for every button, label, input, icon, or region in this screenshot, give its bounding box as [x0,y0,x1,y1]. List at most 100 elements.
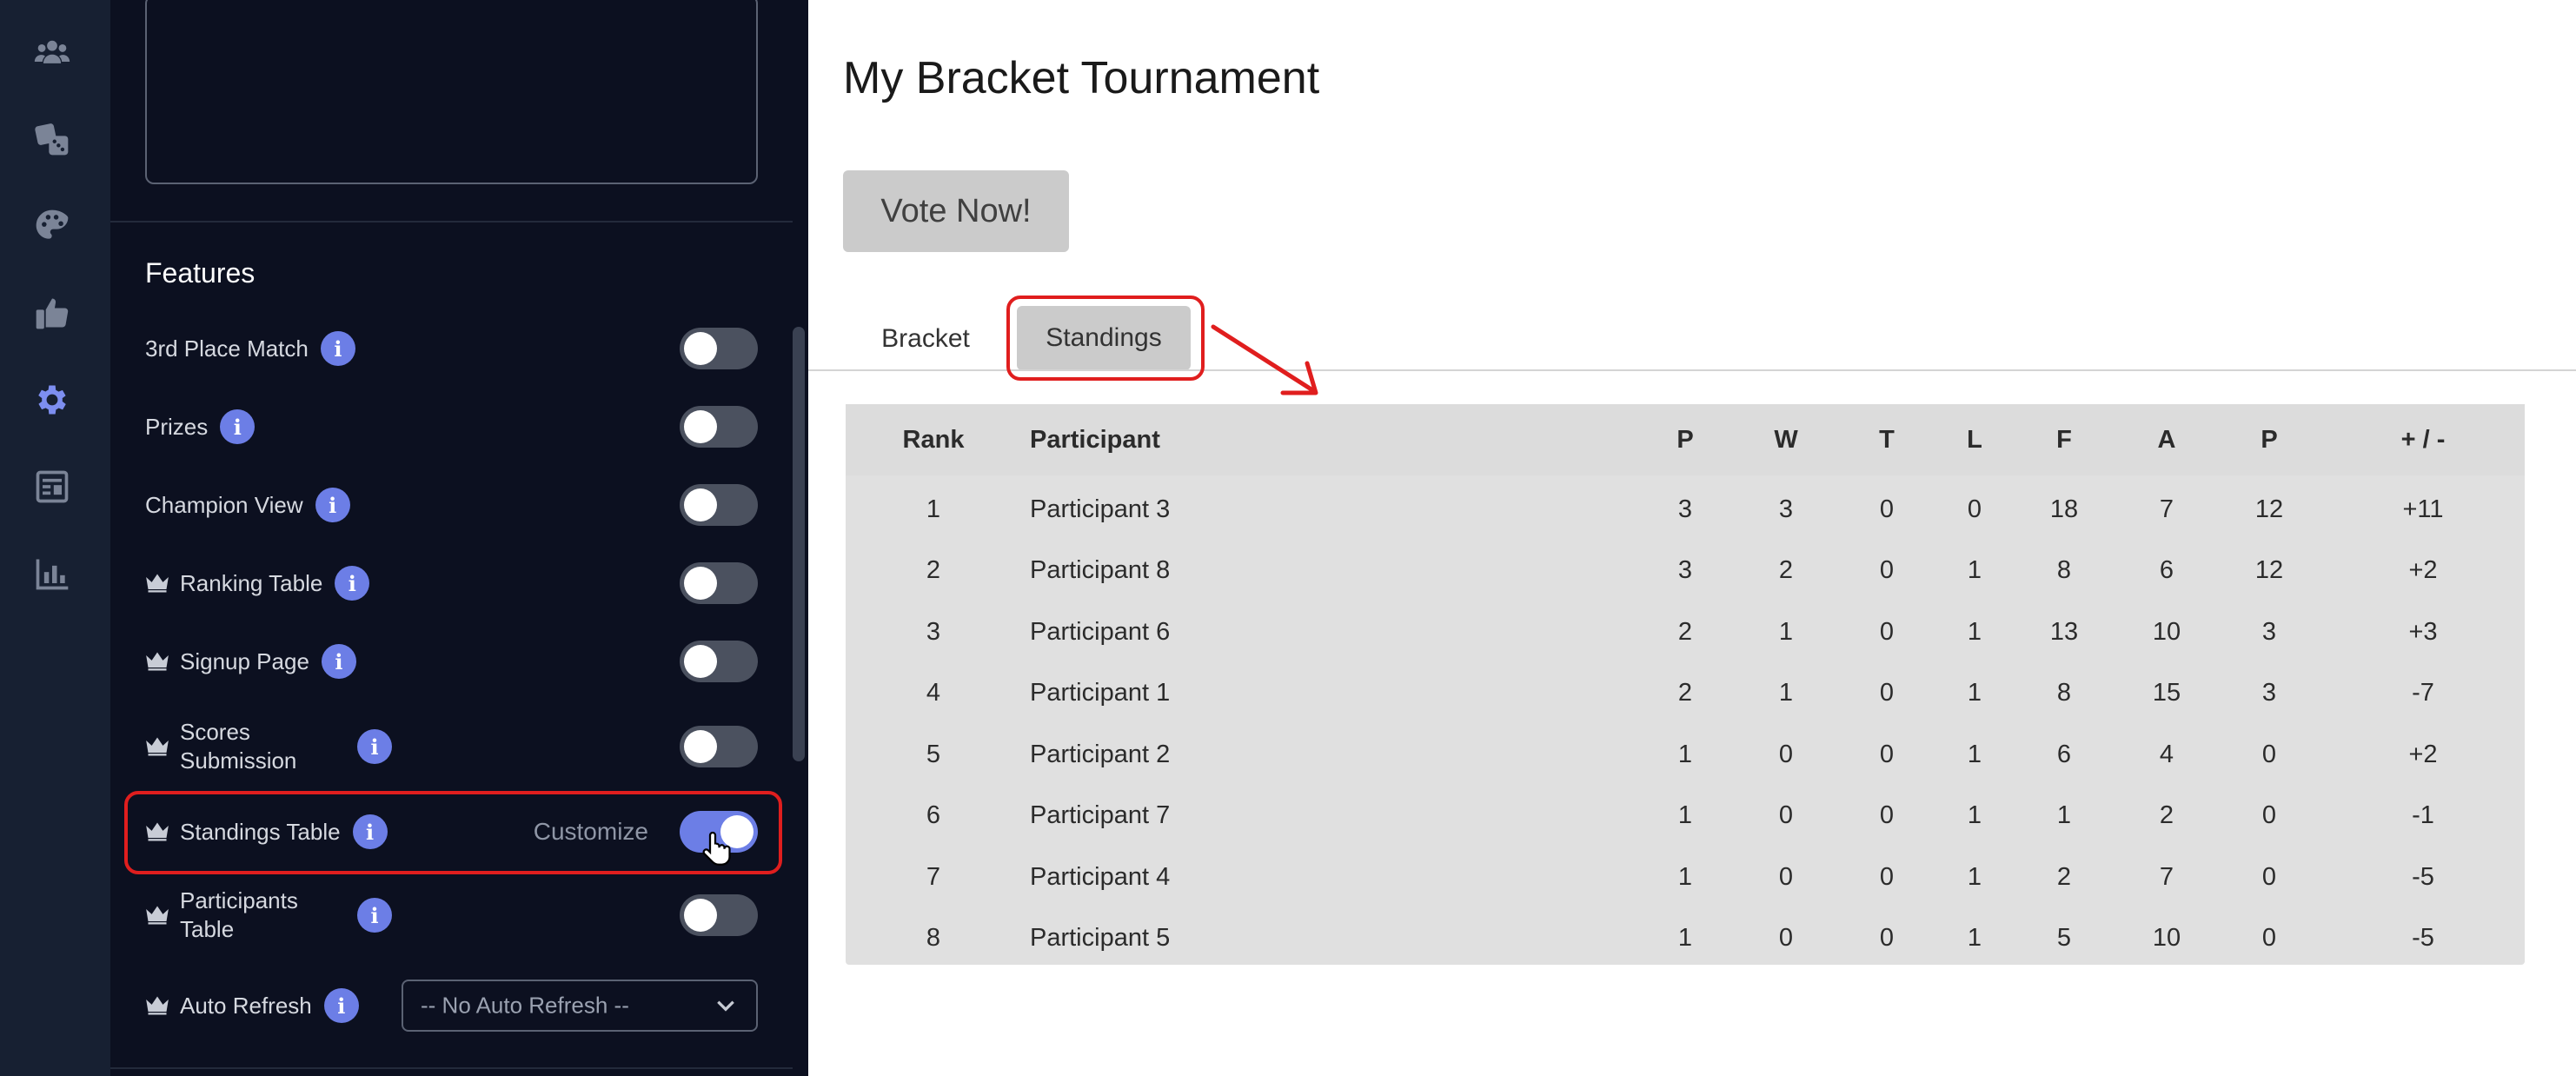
table-cell: 1 [1967,924,1982,953]
feature-label: Auto Refresh [180,992,312,1019]
info-icon[interactable]: i [320,331,355,366]
info-icon[interactable]: i [315,488,350,522]
table-cell: 1 [1967,862,1982,891]
crown-icon [146,906,169,925]
table-cell: -5 [2412,862,2434,891]
header-diff: + / - [2321,404,2525,475]
info-icon[interactable]: i [323,988,359,1023]
table-cell: 1 [1967,556,1982,585]
table-cell: 1 [1677,862,1693,891]
main-content: My Bracket Tournament Vote Now! Bracket … [808,0,2576,1076]
feature-label: Prizes [145,413,209,440]
tab-bracket[interactable]: Bracket [869,304,982,374]
table-cell: 0 [1879,740,1895,768]
table-cell: +2 [2408,740,2438,768]
table-cell: 2 [1778,556,1794,585]
participant-name: Participant 3 [1030,495,1171,523]
table-cell: 0 [1879,862,1895,891]
newspaper-icon[interactable] [33,468,71,506]
participant-name: Participant 8 [1030,556,1171,585]
table-cell: 4 [926,679,941,707]
table-cell: 15 [2152,679,2181,707]
table-cell: 1 [1778,679,1794,707]
header-wins: W [1736,404,1836,475]
table-cell: 8 [926,924,941,953]
table-cell: 1 [1967,740,1982,768]
gear-icon[interactable] [33,381,71,419]
participant-name: Participant 7 [1030,801,1171,830]
dice-icon[interactable] [33,120,71,158]
participants-table-toggle[interactable] [680,894,758,936]
standings-table: Rank Participant P W T L F A P + / - 1 Pa… [846,404,2525,965]
auto-refresh-value: -- No Auto Refresh -- [421,992,629,1019]
table-cell: 13 [2049,617,2079,646]
table-cell: 0 [1778,862,1794,891]
table-cell: 6 [2056,740,2072,768]
3rd-place-match-toggle[interactable] [680,328,758,369]
table-cell: 3 [2261,617,2277,646]
crown-icon [146,737,169,756]
info-icon[interactable]: i [357,729,392,764]
participant-name: Participant 4 [1030,862,1171,891]
table-cell: 0 [1879,617,1895,646]
table-cell: 0 [1778,801,1794,830]
page-title: My Bracket Tournament [843,53,1320,103]
table-cell: -7 [2412,679,2434,707]
header-against: A [2116,404,2217,475]
signup-page-toggle[interactable] [680,641,758,682]
info-icon[interactable]: i [357,898,392,933]
table-cell: 0 [1879,801,1895,830]
bar-chart-icon[interactable] [33,555,71,593]
header-losses: L [1937,404,2012,475]
standings-table-highlight [124,791,782,874]
feature-label: Signup Page [180,648,309,674]
table-cell: 18 [2049,495,2079,523]
info-icon[interactable]: i [335,566,370,601]
info-icon[interactable]: i [220,409,256,444]
table-cell: 1 [1677,924,1693,953]
ranking-table-toggle[interactable] [680,562,758,604]
scores-submission-toggle[interactable] [680,726,758,767]
feature-label: 3rd Place Match [145,335,309,362]
red-arrow-icon [1211,324,1318,395]
table-cell: +2 [2408,556,2438,585]
table-row: 5 Participant 2 1 0 0 1 6 4 0 +2 [846,724,2525,786]
table-cell: 1 [1967,679,1982,707]
participant-name: Participant 1 [1030,679,1171,707]
participant-name: Participant 2 [1030,740,1171,768]
description-textarea[interactable] [145,0,758,184]
users-icon[interactable] [33,33,71,71]
table-cell: 0 [2261,924,2277,953]
table-row: 4 Participant 1 2 1 0 1 8 15 3 -7 [846,663,2525,725]
auto-refresh-select[interactable]: -- No Auto Refresh -- [402,980,758,1032]
table-cell: 7 [2159,495,2174,523]
table-cell: 2 [926,556,941,585]
table-cell: 3 [1778,495,1794,523]
vote-now-button[interactable]: Vote Now! [843,170,1069,252]
info-icon[interactable]: i [321,644,356,679]
chevron-down-icon [717,1000,734,1012]
table-cell: 12 [2254,556,2284,585]
table-cell: 2 [1677,679,1693,707]
table-cell: 10 [2152,617,2181,646]
participant-name: Participant 5 [1030,924,1171,953]
champion-view-toggle[interactable] [680,484,758,526]
panel-scrollbar[interactable] [793,327,805,761]
table-row: 3 Participant 6 2 1 0 1 13 10 3 +3 [846,601,2525,663]
thumbs-up-icon[interactable] [33,294,71,332]
features-title: Features [145,257,256,289]
table-cell: 0 [1879,556,1895,585]
table-cell: -1 [2412,801,2434,830]
toggle-knob [684,645,717,678]
feature-row-ranking-table: Ranking Table i [145,553,758,614]
table-cell: 3 [2261,679,2277,707]
palette-icon[interactable] [33,207,71,245]
table-cell: 1 [1778,617,1794,646]
hand-cursor-icon [702,831,731,866]
table-cell: 0 [2261,740,2277,768]
prizes-toggle[interactable] [680,406,758,448]
toggle-knob [684,488,717,521]
table-cell: 0 [1967,495,1982,523]
header-played: P [1635,404,1736,475]
section-divider [110,221,793,223]
